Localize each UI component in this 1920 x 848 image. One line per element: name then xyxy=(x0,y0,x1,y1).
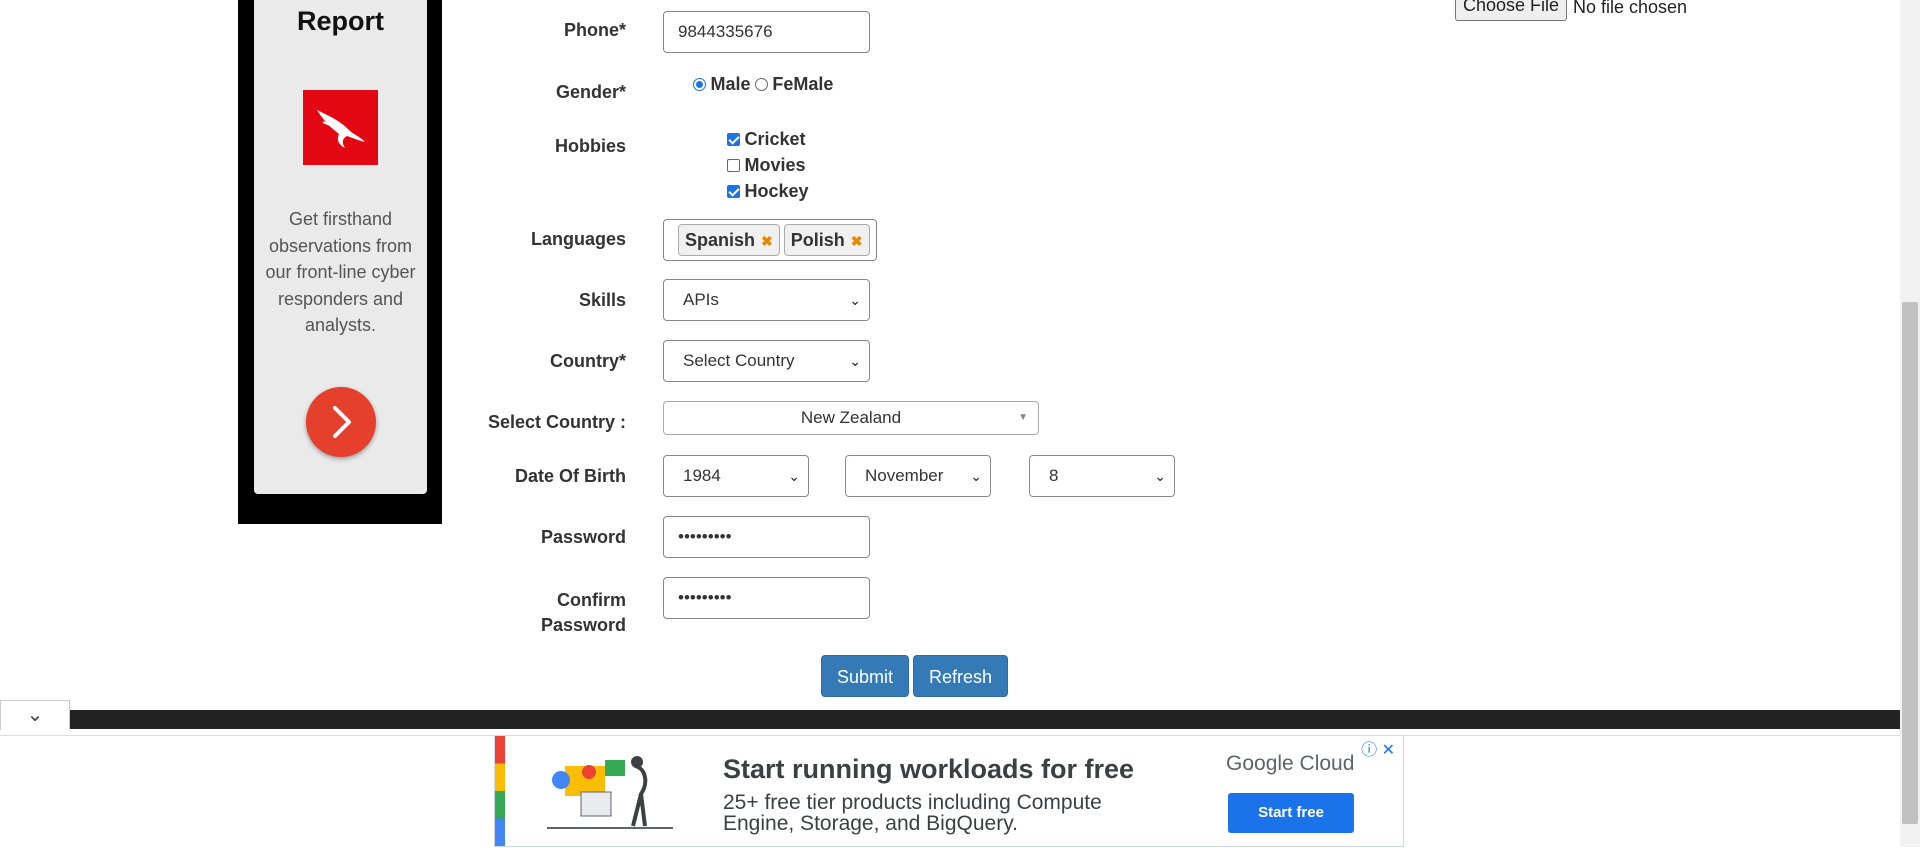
hobby-movies-label: Movies xyxy=(744,155,806,175)
caret-down-icon: ▼ xyxy=(1018,412,1028,423)
google-cloud-ad[interactable]: Start running workloads for free 25+ fre… xyxy=(494,735,1404,847)
select-country-dropdown[interactable]: New Zealand ▼ xyxy=(663,401,1039,435)
page-footer xyxy=(70,710,1900,729)
country-select[interactable]: Select Country ⌄ xyxy=(663,340,870,382)
chevron-down-icon: ⌄ xyxy=(26,704,44,726)
ad-subtext: 25+ free tier products including Compute… xyxy=(723,791,1102,835)
select-country-value: New Zealand xyxy=(800,408,902,427)
dob-day-select[interactable]: 8 ⌄ xyxy=(1029,455,1175,497)
file-status-text: No file chosen xyxy=(1573,0,1688,17)
languages-multiselect[interactable]: Spanish ✖ Polish ✖ xyxy=(663,219,877,261)
chevron-down-icon: ⌄ xyxy=(970,468,982,484)
hobbies-checkbox-group: Cricket Movies Hockey xyxy=(727,127,809,205)
skills-label: Skills xyxy=(578,290,626,310)
dob-year-select[interactable]: 1984 ⌄ xyxy=(663,455,809,497)
languages-label: Languages xyxy=(530,229,626,249)
ad-illustration-icon xyxy=(547,756,673,829)
confirm-password-label: Confirm Password xyxy=(480,588,626,638)
gender-female-label: FeMale xyxy=(772,74,834,94)
submit-button[interactable]: Submit xyxy=(821,655,909,697)
language-tag-polish: Polish ✖ xyxy=(783,224,870,256)
chevron-down-icon: ⌄ xyxy=(849,353,861,369)
ad-color-stripe xyxy=(495,736,505,846)
chevron-right-icon[interactable] xyxy=(306,387,376,457)
collapse-ad-button[interactable]: ⌄ xyxy=(0,700,70,730)
ad-headline: Start running workloads for free xyxy=(723,754,1135,784)
dob-day-value: 8 xyxy=(1049,466,1059,485)
gender-radio-group: Male FeMale xyxy=(693,74,833,95)
dob-month-value: November xyxy=(865,466,944,485)
gender-male-radio[interactable] xyxy=(693,78,706,91)
hobby-cricket[interactable]: Cricket xyxy=(727,127,809,153)
skills-select-value: APIs xyxy=(683,290,719,309)
confirm-password-input[interactable]: ••••••••• xyxy=(663,577,870,619)
select-country-label: Select Country : xyxy=(487,412,626,432)
gender-label: Gender* xyxy=(555,82,626,102)
language-tag-text: Polish xyxy=(790,230,845,250)
remove-tag-icon[interactable]: ✖ xyxy=(851,233,863,249)
choose-file-button[interactable]: Choose File xyxy=(1455,0,1567,21)
password-label: Password xyxy=(540,527,626,547)
dob-label: Date Of Birth xyxy=(514,466,626,486)
hobby-movies[interactable]: Movies xyxy=(727,153,809,179)
refresh-button[interactable]: Refresh xyxy=(913,655,1008,697)
google-cloud-logo: Google Cloud xyxy=(1226,752,1355,775)
gender-male-label: Male xyxy=(710,74,751,94)
start-free-button[interactable]: Start free xyxy=(1228,793,1354,833)
skills-select[interactable]: APIs ⌄ xyxy=(663,279,870,321)
hobby-movies-checkbox[interactable] xyxy=(727,159,740,172)
hobby-hockey-label: Hockey xyxy=(744,181,809,201)
phone-input[interactable]: 9844335676 xyxy=(663,11,870,53)
sidebar-ad-title: Report xyxy=(297,6,384,36)
chevron-down-icon: ⌄ xyxy=(849,292,861,308)
language-tag-text: Spanish xyxy=(685,230,756,250)
confirm-password-label-line2: Password xyxy=(540,615,626,635)
hobby-cricket-label: Cricket xyxy=(744,129,806,149)
remove-tag-icon[interactable]: ✖ xyxy=(761,233,773,249)
hobby-hockey-checkbox[interactable] xyxy=(727,185,740,198)
eagle-logo-icon xyxy=(303,90,378,165)
hobby-hockey[interactable]: Hockey xyxy=(727,179,809,205)
scrollbar-thumb[interactable] xyxy=(1902,302,1918,824)
hobby-cricket-checkbox[interactable] xyxy=(727,133,740,146)
sidebar-ad-text: Get firsthand observations from our fron… xyxy=(265,209,416,335)
dob-year-value: 1984 xyxy=(683,466,721,485)
hobbies-label: Hobbies xyxy=(554,136,626,156)
phone-label: Phone* xyxy=(563,20,626,40)
dob-month-select[interactable]: November ⌄ xyxy=(845,455,991,497)
password-input[interactable]: ••••••••• xyxy=(663,516,870,558)
chevron-down-icon: ⌄ xyxy=(1154,468,1166,484)
language-tag-spanish: Spanish ✖ xyxy=(678,224,780,256)
ad-close-icon[interactable]: ⓘ ✕ xyxy=(1361,736,1395,760)
confirm-password-label-line1: Confirm xyxy=(557,590,626,610)
gender-female-radio[interactable] xyxy=(754,78,768,91)
country-select-value: Select Country xyxy=(683,351,795,370)
chevron-down-icon: ⌄ xyxy=(788,468,800,484)
country-label: Country* xyxy=(550,351,626,371)
